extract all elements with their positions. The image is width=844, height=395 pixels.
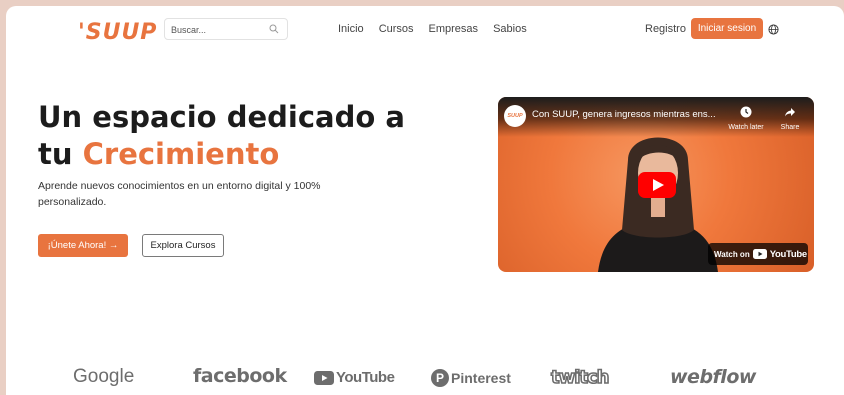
hero-title-prefix: tu	[38, 137, 83, 171]
hero-title-line1: Un espacio dedicado a	[38, 100, 405, 134]
watch-later-label: Watch later	[728, 124, 764, 131]
youtube-logo-text: YouTube	[336, 369, 395, 386]
hero-title: Un espacio dedicado a tu Crecimiento	[38, 99, 418, 173]
youtube-play-icon	[752, 249, 767, 259]
pinterest-icon: P	[431, 369, 449, 387]
globe-icon[interactable]	[768, 24, 779, 35]
youtube-video-embed[interactable]: SUUP Con SUUP, genera ingresos mientras …	[498, 97, 814, 272]
pinterest-logo-text: Pinterest	[451, 370, 511, 386]
partner-logos: Google facebook YouTube P Pinterest twit…	[6, 362, 844, 392]
search-icon[interactable]	[269, 24, 279, 34]
join-now-button[interactable]: ¡Únete Ahora! →	[38, 234, 128, 257]
share-icon	[785, 108, 795, 117]
watch-on-youtube-button[interactable]: Watch on YouTube	[708, 243, 808, 265]
search-box[interactable]	[164, 18, 288, 40]
channel-logo[interactable]: SUUP	[504, 105, 526, 127]
watch-later-button[interactable]: Watch later	[726, 105, 766, 131]
nav-cursos[interactable]: Cursos	[379, 23, 414, 35]
nav-empresas[interactable]: Empresas	[429, 23, 479, 35]
login-button[interactable]: Iniciar sesion	[691, 18, 763, 39]
share-button[interactable]: Share	[770, 105, 810, 131]
register-link[interactable]: Registro	[645, 23, 686, 35]
webflow-logo: webflow	[670, 366, 756, 388]
facebook-logo: facebook	[193, 365, 287, 387]
suup-logo[interactable]: 'SUUP	[78, 20, 157, 45]
explore-courses-button[interactable]: Explora Cursos	[142, 234, 224, 257]
hero-subtitle: Aprende nuevos conocimientos en un entor…	[38, 180, 321, 208]
browser-window: 'SUUP Inicio Cursos Empresas Sabios Regi…	[6, 6, 844, 395]
share-label: Share	[780, 124, 800, 131]
main-nav: Inicio Cursos Empresas Sabios	[338, 23, 527, 35]
video-title[interactable]: Con SUUP, genera ingresos mientras ens..…	[532, 109, 722, 120]
nav-sabios[interactable]: Sabios	[493, 23, 527, 35]
twitch-logo: twitch	[550, 366, 610, 389]
clock-icon	[740, 106, 752, 118]
google-logo: Google	[73, 366, 135, 387]
search-input[interactable]	[171, 22, 263, 37]
pinterest-logo: P Pinterest	[431, 369, 511, 387]
watch-on-label: Watch on	[714, 249, 750, 259]
youtube-icon	[314, 370, 334, 385]
hero-title-accent: Crecimiento	[82, 137, 280, 171]
youtube-logo: YouTube	[314, 369, 395, 386]
youtube-wordmark: YouTube	[769, 248, 807, 260]
play-icon[interactable]	[638, 172, 676, 198]
nav-inicio[interactable]: Inicio	[338, 23, 364, 35]
